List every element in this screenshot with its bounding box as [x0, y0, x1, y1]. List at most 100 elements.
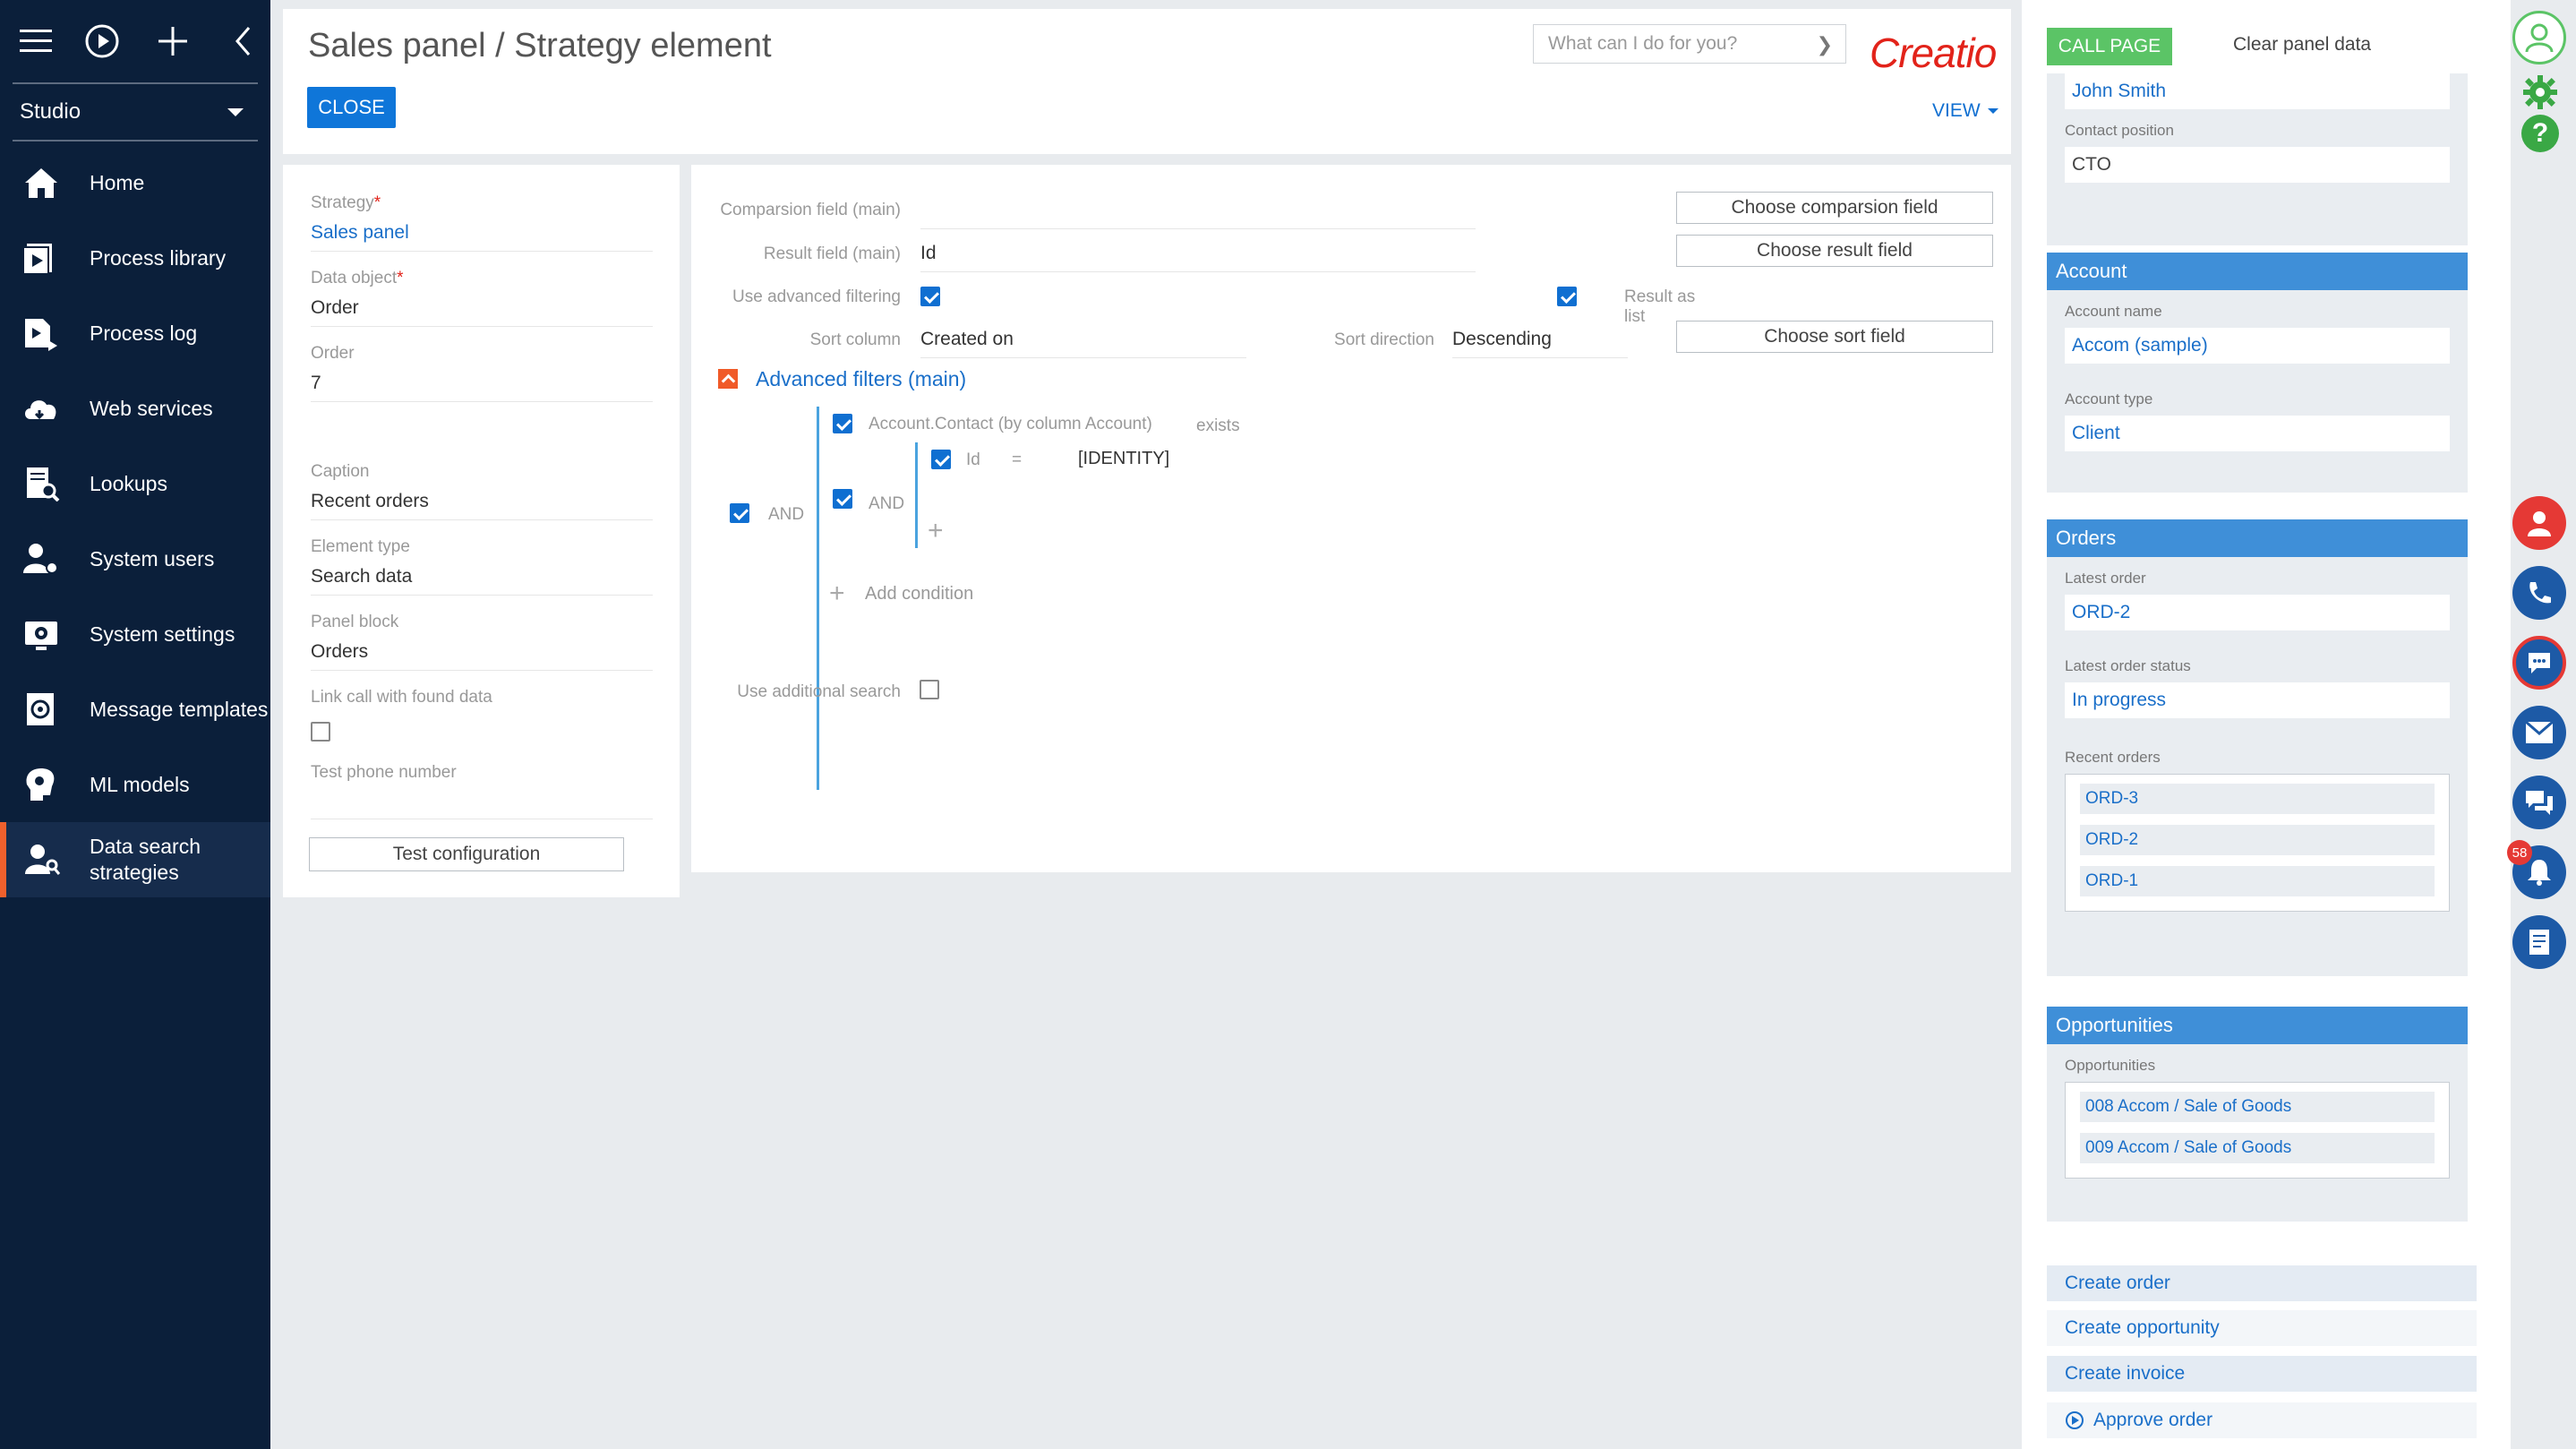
inner-group-checkbox[interactable]: [833, 489, 852, 509]
list-item[interactable]: ORD-1: [2080, 866, 2435, 896]
sidebar-item-data-search-strategies[interactable]: Data search strategies: [0, 822, 270, 897]
contact-section: John Smith Contact position CTO: [2047, 73, 2468, 245]
choose-sort-field-button[interactable]: Choose sort field: [1676, 321, 1993, 353]
choose-result-field-button[interactable]: Choose result field: [1676, 235, 1993, 267]
sidebar-item-label: Process log: [90, 321, 198, 345]
panel-block-select[interactable]: Orders: [311, 641, 653, 671]
sidebar-item-system-users[interactable]: System users: [0, 521, 270, 596]
account-name-link[interactable]: Accom (sample): [2065, 328, 2450, 364]
sidebar-item-web-services[interactable]: Web services: [0, 371, 270, 446]
chat-icon[interactable]: [2512, 636, 2566, 690]
add-inner-condition-icon[interactable]: +: [928, 516, 944, 546]
result-field-label: Result field (main): [763, 244, 901, 263]
add-condition-icon[interactable]: +: [829, 579, 845, 609]
condition-value[interactable]: [IDENTITY]: [1078, 449, 1169, 469]
field-label: Data object*: [311, 269, 653, 288]
menu-icon[interactable]: [18, 23, 54, 59]
add-condition-link[interactable]: Add condition: [865, 584, 973, 604]
condition-operator[interactable]: =: [1012, 450, 1022, 470]
phone-icon[interactable]: [2512, 566, 2566, 620]
email-icon[interactable]: [2512, 706, 2566, 759]
document-icon[interactable]: [2512, 915, 2566, 969]
create-order-action[interactable]: Create order: [2047, 1265, 2477, 1301]
condition-field[interactable]: Id: [966, 450, 980, 470]
outer-and-operator[interactable]: AND: [768, 505, 804, 525]
feed-icon[interactable]: [2512, 776, 2566, 829]
sidebar-item-label: ML models: [90, 772, 190, 796]
exists-condition-operator[interactable]: exists: [1196, 416, 1240, 436]
account-section-header[interactable]: Account: [2047, 253, 2468, 290]
opportunities-list: 008 Accom / Sale of Goods 009 Accom / Sa…: [2065, 1082, 2450, 1179]
latest-order-status-link[interactable]: In progress: [2065, 682, 2450, 718]
list-item[interactable]: 009 Accom / Sale of Goods: [2080, 1133, 2435, 1163]
contact-icon[interactable]: [2512, 496, 2566, 550]
communication-panel: CALL PAGE Clear panel data John Smith Co…: [2022, 0, 2511, 1449]
link-call-field: Link call with found data: [311, 688, 653, 746]
close-button[interactable]: CLOSE: [307, 87, 396, 128]
result-field-input[interactable]: Id: [920, 243, 1476, 272]
clear-panel-data-button[interactable]: Clear panel data: [2233, 34, 2371, 56]
sidebar-toolbar: [0, 0, 270, 82]
page-header: Sales panel / Strategy element CLOSE Wha…: [283, 9, 2011, 154]
advanced-filters-title[interactable]: Advanced filters (main): [756, 367, 966, 391]
call-page-button[interactable]: CALL PAGE: [2047, 28, 2172, 65]
approve-order-action[interactable]: Approve order: [2047, 1402, 2477, 1438]
gear-icon[interactable]: [2521, 73, 2559, 111]
element-type-select[interactable]: Search data: [311, 566, 653, 596]
workplace-selector[interactable]: Studio: [0, 86, 270, 138]
orders-section-header[interactable]: Orders: [2047, 519, 2468, 557]
lookups-icon: [27, 467, 60, 502]
field-label: Strategy*: [311, 193, 653, 213]
sidebar-item-home[interactable]: Home: [0, 145, 270, 220]
sidebar-item-process-library[interactable]: Process library: [0, 220, 270, 296]
view-button[interactable]: VIEW: [1932, 100, 1998, 122]
advanced-filtering-checkbox[interactable]: [920, 287, 940, 306]
caption-input[interactable]: Recent orders: [311, 491, 653, 520]
test-phone-input[interactable]: [311, 792, 653, 819]
approve-order-label: Approve order: [2093, 1410, 2213, 1430]
collapse-toggle-icon[interactable]: [718, 369, 738, 389]
message-templates-icon: [27, 693, 54, 725]
create-opportunity-action[interactable]: Create opportunity: [2047, 1310, 2477, 1346]
additional-search-checkbox[interactable]: [920, 680, 939, 699]
link-call-checkbox[interactable]: [311, 722, 330, 742]
test-configuration-button[interactable]: Test configuration: [309, 837, 624, 871]
order-input[interactable]: 7: [311, 373, 653, 402]
sort-column-input[interactable]: Created on: [920, 329, 1246, 358]
recent-orders-list: ORD-3 ORD-2 ORD-1: [2065, 774, 2450, 912]
play-icon[interactable]: [84, 23, 120, 59]
list-item[interactable]: ORD-3: [2080, 784, 2435, 814]
account-type-link[interactable]: Client: [2065, 416, 2450, 451]
sidebar-item-process-log[interactable]: Process log: [0, 296, 270, 371]
add-icon[interactable]: [155, 23, 191, 59]
contact-name-link[interactable]: John Smith: [2065, 73, 2450, 109]
sidebar-item-lookups[interactable]: Lookups: [0, 446, 270, 521]
strategy-value-link[interactable]: Sales panel: [311, 222, 653, 252]
chevron-right-icon[interactable]: ❯: [1817, 33, 1833, 56]
exists-condition-column[interactable]: Account.Contact (by column Account): [869, 415, 1152, 434]
profile-icon[interactable]: [2512, 11, 2566, 64]
result-as-list-checkbox[interactable]: [1557, 287, 1577, 306]
data-object-input[interactable]: Order: [311, 297, 653, 327]
latest-order-link[interactable]: ORD-2: [2065, 595, 2450, 630]
sort-direction-select[interactable]: Descending: [1452, 329, 1628, 358]
outer-group-checkbox[interactable]: [730, 503, 749, 523]
choose-comparison-field-button[interactable]: Choose comparsion field: [1676, 192, 1993, 224]
data-object-field: Data object* Order: [311, 269, 653, 327]
list-item[interactable]: 008 Accom / Sale of Goods: [2080, 1092, 2435, 1122]
exists-condition-checkbox[interactable]: [833, 414, 852, 433]
inner-and-operator[interactable]: AND: [869, 494, 904, 514]
system-users-icon: [23, 544, 58, 574]
create-invoice-action[interactable]: Create invoice: [2047, 1356, 2477, 1392]
sidebar-item-ml-models[interactable]: ML models: [0, 747, 270, 822]
sidebar-item-message-templates[interactable]: Message templates: [0, 672, 270, 747]
comparison-field-input[interactable]: [920, 199, 1476, 229]
command-search-input[interactable]: What can I do for you? ❯: [1533, 24, 1846, 64]
list-item[interactable]: ORD-2: [2080, 825, 2435, 855]
opportunities-section-header[interactable]: Opportunities: [2047, 1007, 2468, 1044]
sidebar-item-system-settings[interactable]: System settings: [0, 596, 270, 672]
outer-group-bar: [817, 407, 819, 790]
id-condition-checkbox[interactable]: [931, 450, 951, 469]
help-icon[interactable]: ?: [2521, 115, 2559, 152]
collapse-icon[interactable]: [226, 23, 261, 59]
